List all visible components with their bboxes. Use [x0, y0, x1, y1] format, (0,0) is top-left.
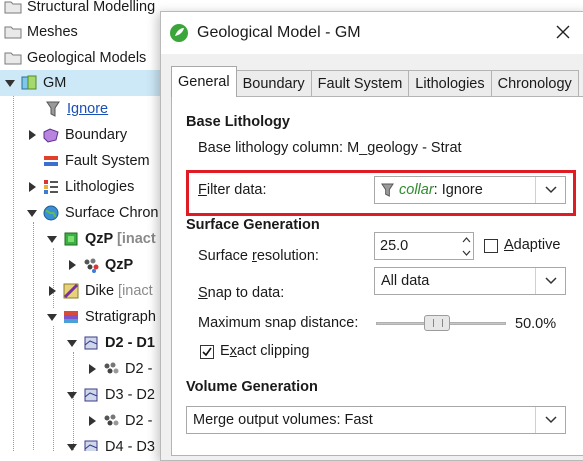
project-tree: Structural Modelling Meshes Geological M… [0, 0, 165, 451]
boundary-icon [42, 126, 60, 144]
snap-to-data-select[interactable]: All data [374, 267, 566, 295]
globe-icon [42, 204, 60, 222]
max-snap-distance-label: Maximum snap distance: [198, 315, 359, 331]
fault-system-icon [42, 152, 60, 170]
chevron-down-icon[interactable] [535, 177, 565, 203]
surface-generation-heading: Surface Generation [186, 217, 320, 233]
contact-surface-icon [82, 386, 100, 404]
filter-value: collar: Ignore [399, 182, 483, 198]
dialog-title: Geological Model - GM [197, 24, 361, 41]
expand-arrow-icon[interactable] [26, 129, 38, 141]
base-lithology-column: Base lithology column: M_geology - Strat [198, 140, 462, 156]
tree-item-stratigraphy[interactable]: Stratigraph [46, 304, 156, 330]
expand-arrow-icon[interactable] [26, 181, 38, 193]
tree-guide [53, 326, 54, 451]
tree-item-surface-chronology[interactable]: Surface Chron [6, 200, 159, 226]
chevron-down-icon[interactable] [535, 268, 565, 294]
collapse-arrow-icon[interactable] [46, 311, 58, 323]
dike-icon [62, 282, 80, 300]
geological-model-icon [20, 74, 38, 92]
filter-data-label: Filter data: [198, 182, 267, 198]
contact-surface-icon [82, 334, 100, 352]
collapse-arrow-icon[interactable] [26, 207, 38, 219]
stratigraphy-icon [62, 308, 80, 326]
points-icon [82, 256, 100, 274]
contact-surface-icon [82, 438, 100, 451]
tab-boundary[interactable]: Boundary [235, 70, 312, 97]
tab-chronology[interactable]: Chronology [490, 70, 579, 97]
collapse-arrow-icon[interactable] [66, 441, 78, 451]
tree-item-dike[interactable]: Dike [inact [46, 278, 153, 304]
tree-item-geological-models[interactable]: Geological Models [4, 45, 146, 71]
tree-item-fault-system[interactable]: Fault System [42, 148, 150, 174]
tab-bar: General Boundary Fault System Lithologie… [171, 66, 579, 97]
snap-to-data-label: Snap to data: [198, 285, 285, 301]
collapse-arrow-icon[interactable] [66, 389, 78, 401]
expand-arrow-icon[interactable] [66, 259, 78, 271]
tree-item-boundary[interactable]: Boundary [26, 122, 127, 148]
filter-data-select[interactable]: collar: Ignore [374, 176, 566, 204]
adaptive-label: Adaptive [504, 237, 561, 253]
tree-item-d2-d1[interactable]: D2 - D1 [66, 330, 155, 356]
tree-item-lithologies[interactable]: Lithologies [26, 174, 134, 200]
chevron-down-icon[interactable] [535, 407, 565, 433]
spin-up-icon[interactable] [459, 233, 473, 246]
collapse-arrow-icon[interactable] [4, 77, 16, 89]
folder-icon [4, 49, 22, 67]
tree-item-qzp[interactable]: QzP [66, 252, 133, 278]
intrusion-icon [62, 230, 80, 248]
surface-resolution-label: Surface resolution: [198, 248, 319, 264]
tab-fault-system[interactable]: Fault System [310, 70, 410, 97]
merge-output-select[interactable]: Merge output volumes: Fast [186, 406, 566, 434]
tab-general[interactable]: General [171, 66, 237, 97]
filter-icon [381, 183, 394, 198]
dialog-titlebar[interactable]: Geological Model - GM [161, 12, 583, 54]
tree-item-qzp-inactive[interactable]: QzP [inact [46, 226, 156, 252]
tree-guide [13, 93, 14, 451]
exact-clipping-checkbox[interactable] [200, 345, 214, 359]
tree-item-ignore[interactable]: Ignore [44, 96, 108, 122]
max-snap-distance-value: 50.0% [515, 316, 557, 332]
adaptive-checkbox[interactable] [484, 239, 498, 253]
collapse-arrow-icon[interactable] [46, 233, 58, 245]
base-lithology-heading: Base Lithology [186, 114, 290, 130]
spin-down-icon[interactable] [459, 246, 473, 259]
tree-guide [33, 222, 34, 451]
expand-arrow-icon[interactable] [46, 285, 58, 297]
folder-icon [4, 0, 22, 16]
tree-item-d2-points-2[interactable]: D2 - [86, 408, 152, 434]
exact-clipping-label: Exact clipping [220, 343, 310, 359]
points-icon [102, 360, 120, 378]
filter-icon [44, 100, 62, 118]
volume-generation-heading: Volume Generation [186, 379, 318, 395]
tree-item-meshes[interactable]: Meshes [4, 19, 78, 45]
folder-icon [4, 23, 22, 41]
tree-item-d2-points[interactable]: D2 - [86, 356, 152, 382]
tree-item-gm[interactable]: GM [0, 70, 165, 96]
slider-handle[interactable] [424, 315, 450, 331]
tree-item-d3-d2[interactable]: D3 - D2 [66, 382, 155, 408]
collapse-arrow-icon[interactable] [66, 337, 78, 349]
general-tab-panel: Base Lithology Base lithology column: M_… [171, 96, 583, 456]
surface-resolution-spinbox[interactable]: 25.0 [374, 232, 474, 260]
lithologies-icon [42, 178, 60, 196]
tree-item-d4-d3[interactable]: D4 - D3 [66, 434, 155, 451]
expand-arrow-icon[interactable] [86, 363, 98, 375]
app-logo-icon [169, 23, 189, 43]
points-icon [102, 412, 120, 430]
checkmark-icon [202, 347, 212, 357]
close-icon[interactable] [553, 22, 573, 42]
expand-arrow-icon[interactable] [86, 415, 98, 427]
geological-model-dialog: Geological Model - GM General Boundary F… [160, 11, 583, 461]
tab-lithologies[interactable]: Lithologies [408, 70, 492, 97]
tree-item-structural-modelling[interactable]: Structural Modelling [4, 0, 155, 20]
